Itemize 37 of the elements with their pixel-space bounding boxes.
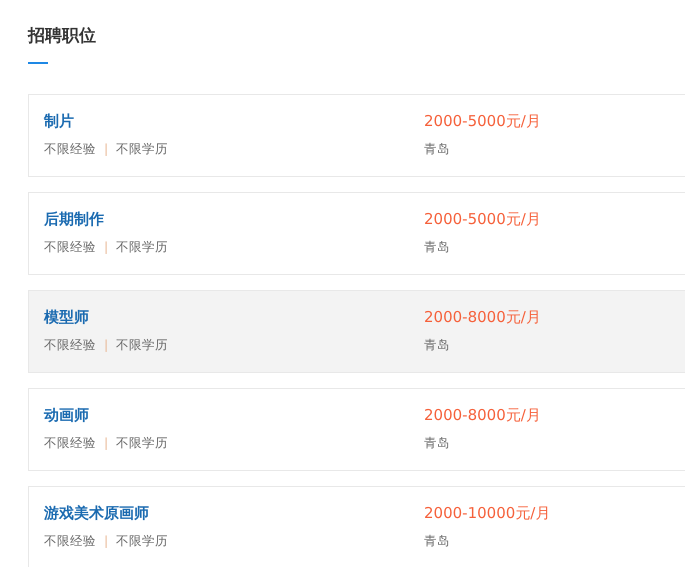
- separator: |: [104, 239, 108, 254]
- salary-text: 2000-8000元/月: [424, 308, 541, 326]
- experience-text: 不限经验: [44, 533, 96, 548]
- salary-text: 2000-8000元/月: [424, 406, 541, 424]
- education-text: 不限学历: [116, 533, 168, 548]
- job-card[interactable]: 制片 不限经验 | 不限学历 2000-5000元/月 青岛: [28, 94, 685, 177]
- separator: |: [104, 141, 108, 156]
- job-card[interactable]: 游戏美术原画师 不限经验 | 不限学历 2000-10000元/月 青岛: [28, 486, 685, 567]
- job-title[interactable]: 制片: [44, 109, 424, 133]
- job-title[interactable]: 模型师: [44, 305, 424, 329]
- education-text: 不限学历: [116, 239, 168, 254]
- location-text: 青岛: [424, 435, 450, 450]
- job-card[interactable]: 模型师 不限经验 | 不限学历 2000-8000元/月 青岛: [28, 290, 685, 373]
- experience-text: 不限经验: [44, 239, 96, 254]
- salary-text: 2000-10000元/月: [424, 504, 550, 522]
- location-text: 青岛: [424, 239, 450, 254]
- job-title[interactable]: 游戏美术原画师: [44, 501, 424, 525]
- experience-text: 不限经验: [44, 141, 96, 156]
- location-text: 青岛: [424, 533, 450, 548]
- experience-text: 不限经验: [44, 337, 96, 352]
- job-card[interactable]: 后期制作 不限经验 | 不限学历 2000-5000元/月 青岛: [28, 192, 685, 275]
- education-text: 不限学历: [116, 435, 168, 450]
- job-card[interactable]: 动画师 不限经验 | 不限学历 2000-8000元/月 青岛: [28, 388, 685, 471]
- job-title[interactable]: 动画师: [44, 403, 424, 427]
- separator: |: [104, 435, 108, 450]
- location-text: 青岛: [424, 141, 450, 156]
- title-underline: [28, 62, 48, 64]
- education-text: 不限学历: [116, 141, 168, 156]
- location-text: 青岛: [424, 337, 450, 352]
- salary-text: 2000-5000元/月: [424, 210, 541, 228]
- section-title: 招聘职位: [28, 26, 97, 46]
- experience-text: 不限经验: [44, 435, 96, 450]
- job-title[interactable]: 后期制作: [44, 207, 424, 231]
- education-text: 不限学历: [116, 337, 168, 352]
- salary-text: 2000-5000元/月: [424, 112, 541, 130]
- separator: |: [104, 533, 108, 548]
- separator: |: [104, 337, 108, 352]
